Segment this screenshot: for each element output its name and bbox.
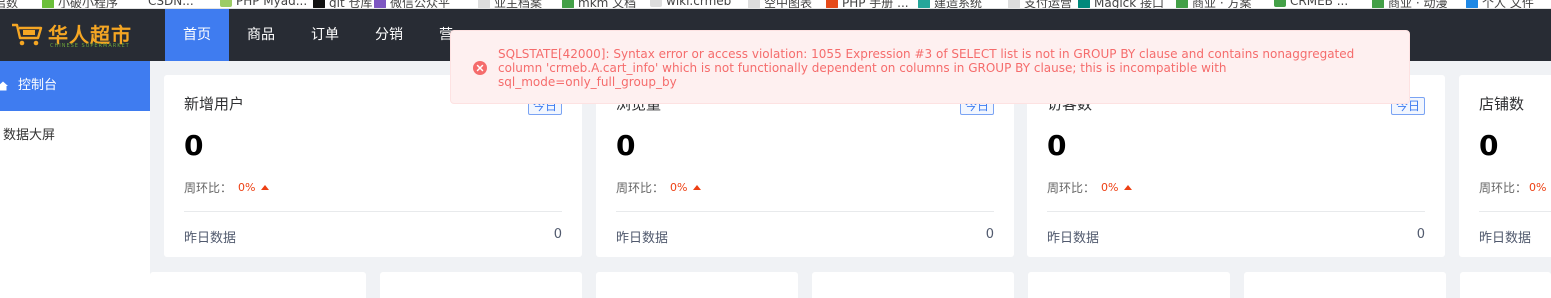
close-circle-icon[interactable] <box>473 61 487 75</box>
bookmark-item[interactable]: 空中图表 <box>748 0 812 8</box>
card-value: 0 <box>1047 129 1067 162</box>
bookmark-item[interactable]: wiki.crmeb <box>650 0 731 8</box>
bookmark-icon <box>313 0 325 8</box>
bookmark-icon <box>42 0 54 8</box>
sidebar: 控制台 数据大屏 <box>0 61 150 298</box>
bookmark-icon <box>1372 0 1384 8</box>
bookmark-item[interactable]: 建造系统 <box>918 0 982 8</box>
bookmark-item[interactable]: mkm 文档 <box>562 0 636 8</box>
card-value: 0 <box>184 129 204 162</box>
bookmark-item[interactable]: 启数 <box>0 0 18 8</box>
caret-up-icon <box>1124 185 1133 190</box>
bookmark-icon <box>826 0 838 8</box>
logo-subtitle: CHINESE SUPERMARKET <box>50 43 130 49</box>
bookmark-item[interactable]: git 仓库 <box>313 0 372 8</box>
bookmark-icon <box>918 0 930 8</box>
bookmark-item[interactable]: 业主档案 <box>478 0 542 8</box>
nav-item-distribution[interactable]: 分销 <box>357 9 421 61</box>
yesterday-value: 0 <box>1416 227 1425 242</box>
stat-card-stores: 店铺数 0 周环比： 0% 昨日数据 <box>1459 75 1551 257</box>
yesterday-label: 昨日数据 <box>184 231 237 246</box>
nav-item-home[interactable]: 首页 <box>165 9 229 61</box>
ratio-value: 0% <box>670 181 688 194</box>
sidebar-item-label: 数据大屏 <box>3 128 56 143</box>
bookmark-icon <box>748 0 760 8</box>
caret-up-icon <box>261 185 270 190</box>
sidebar-item-console[interactable]: 控制台 <box>0 61 150 111</box>
bookmark-icon <box>1008 0 1020 8</box>
quick-entry-card[interactable] <box>596 272 798 298</box>
yesterday-value: 0 <box>553 227 562 242</box>
bookmarks-bar: 启数 小破小程序 CSDN... PHP Myad... git 仓库 微信公众… <box>0 0 1551 9</box>
yesterday-label: 昨日数据 <box>616 231 669 246</box>
divider <box>184 211 562 212</box>
bookmark-item[interactable]: PHP Myad... <box>220 0 307 8</box>
nav-item-products[interactable]: 商品 <box>229 9 293 61</box>
ratio-value: 0% <box>1529 181 1547 194</box>
sidebar-item-data-screen[interactable]: 数据大屏 <box>0 111 150 161</box>
bookmark-icon <box>374 0 386 8</box>
card-title: 新增用户 <box>184 95 245 113</box>
week-ratio: 周环比： 0% <box>1479 179 1546 196</box>
bookmark-icon <box>650 0 662 7</box>
bookmark-item[interactable]: Magick 接口 <box>1078 0 1164 8</box>
ratio-label: 周环比： <box>1047 181 1096 195</box>
week-ratio: 周环比： 0% <box>184 179 270 196</box>
bookmark-icon <box>1078 0 1090 8</box>
week-ratio: 周环比： 0% <box>616 179 702 196</box>
top-nav: 首页 商品 订单 分销 营 <box>165 9 471 61</box>
bookmark-item[interactable]: PHP 手册 ... <box>826 0 909 8</box>
bookmark-icon <box>1466 0 1478 8</box>
error-message: SQLSTATE[42000]: Syntax error or access … <box>498 47 1355 89</box>
bookmark-item[interactable]: 商业 · 动漫 <box>1372 0 1447 8</box>
quick-entry-card[interactable] <box>150 272 366 298</box>
logo-text: 华人超市 <box>48 23 132 47</box>
ratio-label: 周环比： <box>616 181 665 195</box>
divider <box>616 211 994 212</box>
bookmark-icon <box>562 0 574 8</box>
yesterday-value: 0 <box>985 227 994 242</box>
cart-logo-icon <box>12 23 43 46</box>
error-toast: SQLSTATE[42000]: Syntax error or access … <box>450 30 1410 104</box>
card-value: 0 <box>616 129 636 162</box>
bookmark-icon <box>1176 0 1188 8</box>
nav-item-orders[interactable]: 订单 <box>293 9 357 61</box>
ratio-value: 0% <box>238 181 256 194</box>
bookmark-item[interactable]: 支付运营 <box>1008 0 1072 8</box>
divider <box>1479 211 1551 212</box>
divider <box>1047 211 1425 212</box>
ratio-value: 0% <box>1101 181 1119 194</box>
yesterday-label: 昨日数据 <box>1479 231 1532 246</box>
card-title: 店铺数 <box>1479 95 1525 113</box>
quick-entry-card[interactable] <box>1244 272 1446 298</box>
bookmark-icon <box>478 0 490 8</box>
quick-entry-card[interactable] <box>812 272 1014 298</box>
card-value: 0 <box>1479 129 1499 162</box>
caret-up-icon <box>693 185 702 190</box>
sidebar-item-label: 控制台 <box>18 78 58 93</box>
quick-entry-card[interactable] <box>1460 272 1551 298</box>
yesterday-label: 昨日数据 <box>1047 231 1100 246</box>
quick-entry-card[interactable] <box>1028 272 1230 298</box>
quick-entry-card[interactable] <box>380 272 582 298</box>
bookmark-icon <box>220 0 232 7</box>
bookmark-item[interactable]: CSDN... <box>148 0 194 8</box>
bookmark-item[interactable]: 小破小程序 <box>42 0 118 8</box>
logo[interactable]: 华人超市 CHINESE SUPERMARKET <box>10 19 132 51</box>
bookmark-icon <box>1274 0 1286 7</box>
bookmark-item[interactable]: 个人 文件 <box>1466 0 1534 8</box>
bookmark-item[interactable]: 微信公众平 <box>374 0 450 8</box>
week-ratio: 周环比： 0% <box>1047 179 1133 196</box>
ratio-label: 周环比： <box>184 181 233 195</box>
home-icon <box>0 81 8 91</box>
ratio-label: 周环比： <box>1479 181 1528 195</box>
bookmark-item[interactable]: CRMEB ... <box>1274 0 1348 8</box>
bookmark-item[interactable]: 商业 · 方案 <box>1176 0 1251 8</box>
